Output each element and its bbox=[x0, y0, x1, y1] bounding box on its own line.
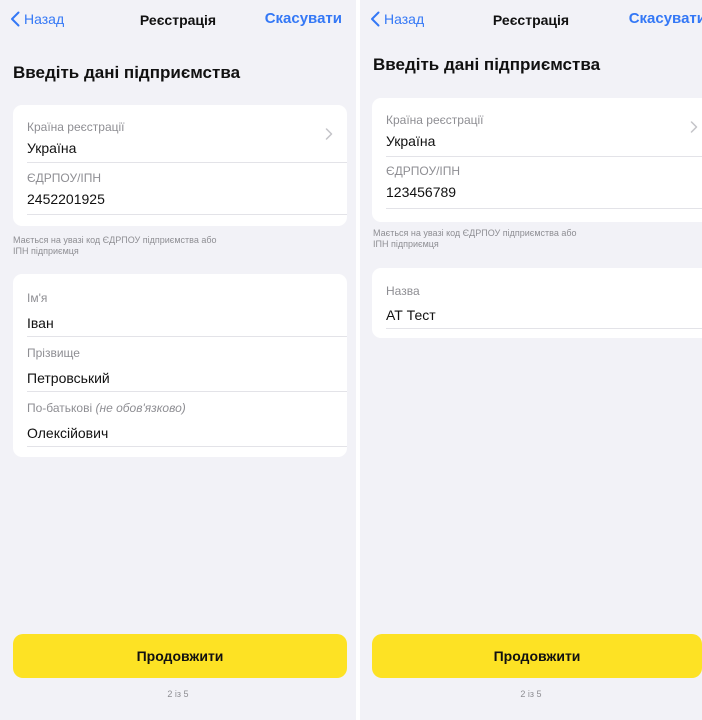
divider bbox=[27, 214, 347, 215]
chevron-right-icon bbox=[690, 121, 698, 133]
chevron-left-icon bbox=[371, 11, 380, 27]
company-name-card: Назва АТ Тест bbox=[372, 268, 702, 338]
divider bbox=[27, 162, 347, 163]
edrpou-hint: Мається на увазі код ЄДРПОУ підприємства… bbox=[373, 228, 603, 250]
person-name-card: Ім'я Іван Прізвище Петровський По-батько… bbox=[13, 274, 347, 457]
country-label: Країна реєстрації bbox=[27, 120, 125, 134]
last-name-field[interactable]: Прізвище Петровський bbox=[27, 346, 110, 386]
last-name-value: Петровський bbox=[27, 370, 110, 386]
chevron-left-icon bbox=[11, 11, 20, 27]
step-indicator: 2 із 5 bbox=[167, 689, 189, 699]
company-id-card: Країна реєстрації Україна ЄДРПОУ/ІПН 123… bbox=[372, 98, 702, 222]
continue-button[interactable]: Продовжити bbox=[372, 634, 702, 678]
first-name-value: Іван bbox=[27, 315, 54, 331]
hint-line-1: Мається на увазі код ЄДРПОУ підприємства… bbox=[373, 228, 577, 238]
country-row[interactable]: Країна реєстрації Україна bbox=[27, 120, 125, 156]
nav-bar: Назад Реєстрація Скасувати bbox=[0, 0, 356, 44]
page-title: Введіть дані підприємства bbox=[13, 63, 241, 82]
country-label: Країна реєстрації bbox=[386, 113, 484, 127]
edrpou-value: 2452201925 bbox=[27, 191, 105, 207]
divider bbox=[386, 328, 702, 329]
divider bbox=[27, 391, 347, 392]
edrpou-hint: Мається на увазі код ЄДРПОУ підприємства… bbox=[13, 235, 243, 257]
cancel-button[interactable]: Скасувати bbox=[629, 10, 702, 27]
divider bbox=[27, 336, 347, 337]
comparison-canvas: Назад Реєстрація Скасувати Введіть дані … bbox=[0, 0, 702, 720]
country-row[interactable]: Країна реєстрації Україна bbox=[386, 113, 484, 149]
back-label: Назад bbox=[384, 11, 425, 27]
company-id-card: Країна реєстрації Україна ЄДРПОУ/ІПН 245… bbox=[13, 105, 347, 226]
nav-bar: Назад Реєстрація Скасувати bbox=[360, 0, 702, 44]
country-value: Україна bbox=[386, 133, 436, 149]
continue-button[interactable]: Продовжити bbox=[13, 634, 347, 678]
back-label: Назад bbox=[24, 11, 65, 27]
chevron-right-icon bbox=[325, 128, 333, 140]
step-indicator: 2 із 5 bbox=[520, 689, 542, 699]
patronymic-value: Олексійович bbox=[27, 425, 109, 441]
cancel-button[interactable]: Скасувати bbox=[265, 10, 342, 27]
back-button[interactable]: Назад bbox=[10, 11, 64, 27]
divider bbox=[27, 446, 347, 447]
first-name-field[interactable]: Ім'я Іван bbox=[27, 291, 54, 331]
screen-individual: Назад Реєстрація Скасувати Введіть дані … bbox=[0, 0, 356, 720]
last-name-label: Прізвище bbox=[27, 346, 80, 360]
page-title: Введіть дані підприємства bbox=[373, 55, 601, 74]
edrpou-field[interactable]: ЄДРПОУ/ІПН 2452201925 bbox=[27, 171, 105, 207]
divider bbox=[386, 156, 702, 157]
screen-company: Назад Реєстрація Скасувати Введіть дані … bbox=[360, 0, 702, 720]
company-name-value: АТ Тест bbox=[386, 307, 436, 323]
country-value: Україна bbox=[27, 140, 77, 156]
edrpou-label: ЄДРПОУ/ІПН bbox=[386, 164, 461, 178]
back-button[interactable]: Назад bbox=[370, 11, 424, 27]
divider bbox=[386, 208, 702, 209]
edrpou-field[interactable]: ЄДРПОУ/ІПН 123456789 bbox=[386, 164, 460, 200]
patronymic-label-text: По-батькові bbox=[27, 401, 93, 415]
patronymic-optional-note: (не обов'язково) bbox=[95, 401, 186, 415]
first-name-label: Ім'я bbox=[27, 291, 48, 305]
patronymic-label: По-батькові (не обов'язково) bbox=[27, 401, 186, 415]
company-name-label: Назва bbox=[386, 284, 420, 298]
company-name-field[interactable]: Назва АТ Тест bbox=[386, 284, 436, 323]
hint-line-2: ІПН підприємця bbox=[13, 246, 79, 256]
edrpou-value: 123456789 bbox=[386, 184, 457, 200]
hint-line-1: Мається на увазі код ЄДРПОУ підприємства… bbox=[13, 235, 217, 245]
hint-line-2: ІПН підприємця bbox=[373, 239, 439, 249]
patronymic-field[interactable]: По-батькові (не обов'язково) Олексійович bbox=[27, 401, 186, 441]
edrpou-label: ЄДРПОУ/ІПН bbox=[27, 171, 102, 185]
